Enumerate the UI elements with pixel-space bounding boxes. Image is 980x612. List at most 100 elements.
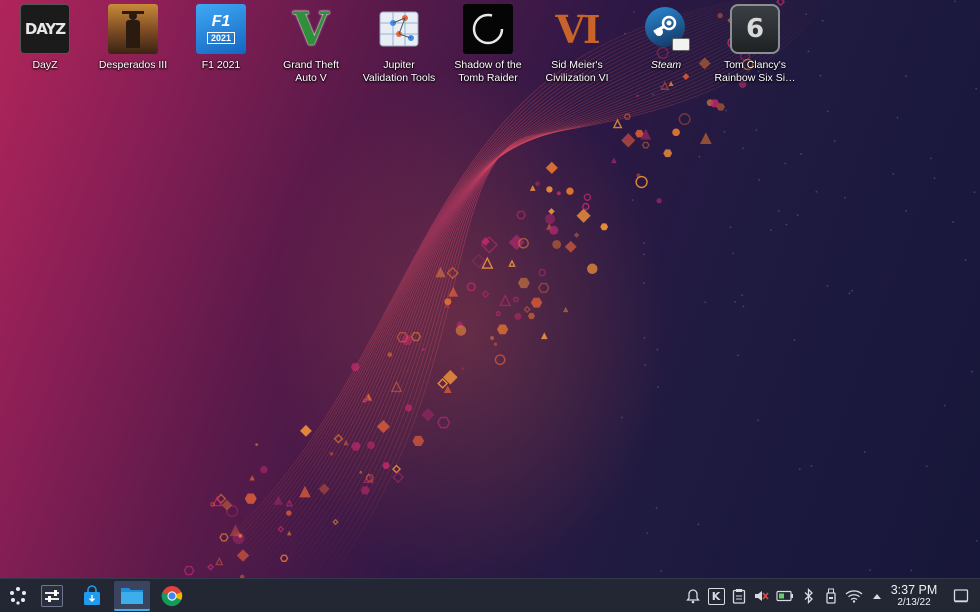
clock-date: 2/13/22	[897, 597, 931, 608]
desktop-icon-label: Grand Theft Auto V	[283, 59, 339, 84]
settings-sliders-icon	[41, 585, 63, 607]
wallpaper-particle	[244, 493, 257, 504]
clock-time: 3:37 PM	[890, 583, 938, 597]
wallpaper-particle	[455, 325, 467, 336]
wallpaper-star	[954, 0, 956, 3]
discover-store-button[interactable]	[74, 581, 110, 611]
shopping-bag-icon	[81, 585, 103, 607]
wallpaper-star	[971, 370, 973, 373]
desktop[interactable]: DAYZ DayZ Desperados III F1 2021 F1 2021 V Gran…	[0, 0, 980, 578]
desktop-icon-rainbow-six-siege[interactable]: 6 Tom Clancy's Rainbow Six Si…	[711, 4, 799, 85]
wallpaper-star	[659, 85, 662, 88]
desktop-icon-jupiter-validation-tools[interactable]: Jupiter Validation Tools	[355, 4, 443, 85]
wallpaper-star	[819, 74, 822, 77]
wallpaper-particle	[552, 239, 562, 249]
wallpaper-star	[796, 214, 799, 217]
wallpaper-star	[798, 468, 801, 471]
file-manager-button[interactable]	[114, 581, 150, 611]
wallpaper-particle	[255, 443, 259, 446]
wallpaper-star	[631, 199, 634, 202]
wallpaper-star	[655, 506, 658, 509]
wallpaper-star	[863, 451, 866, 453]
show-desktop-icon[interactable]	[952, 587, 970, 605]
wallpaper-particle	[490, 335, 495, 340]
wallpaper-particle	[663, 149, 673, 158]
wallpaper-star	[729, 226, 732, 229]
wallpaper-star	[892, 173, 895, 175]
wallpaper-star	[800, 153, 803, 155]
wallpaper-star	[815, 190, 818, 193]
wallpaper-star	[660, 570, 663, 573]
system-settings-button[interactable]	[34, 581, 70, 611]
wallpaper-star	[943, 404, 946, 407]
desktop-icon-f1-2021[interactable]: F1 2021 F1 2021	[177, 4, 265, 72]
taskbar-panel: K 3:37 PM 2/13/22	[0, 578, 980, 612]
desktop-icon-steam[interactable]: Steam	[622, 4, 710, 72]
desktop-icon-label: DayZ	[32, 59, 58, 71]
wallpaper-star	[826, 284, 829, 287]
wallpaper-star	[736, 354, 739, 357]
chrome-icon	[161, 585, 183, 607]
wallpaper-particle	[215, 556, 224, 566]
wallpaper-star	[741, 294, 744, 297]
wallpaper-artwork	[179, 0, 978, 578]
digital-clock[interactable]: 3:37 PM 2/13/22	[884, 583, 944, 609]
desktop-icon-gta-v[interactable]: V Grand Theft Auto V	[267, 4, 355, 85]
wallpaper-particle	[299, 485, 311, 498]
wallpaper-star	[656, 348, 659, 351]
wallpaper-particle	[249, 475, 255, 481]
wallpaper-star	[777, 210, 780, 213]
wallpaper-star	[896, 116, 899, 119]
wallpaper-particle	[612, 118, 623, 129]
chrome-button[interactable]	[154, 581, 190, 611]
wallpaper-particle	[668, 81, 674, 86]
application-launcher-button[interactable]	[0, 581, 36, 611]
desperados-icon	[108, 4, 158, 54]
wallpaper-star	[975, 87, 978, 90]
volume-muted-icon[interactable]	[752, 587, 770, 605]
wallpaper-particle	[656, 198, 662, 204]
wallpaper-particle	[183, 565, 195, 576]
wallpaper-star	[848, 292, 851, 295]
desktop-icon-label: Sid Meier's Civilization VI	[545, 59, 609, 84]
wallpaper-star	[643, 336, 646, 339]
wallpaper-star	[704, 301, 707, 304]
wallpaper-star	[805, 13, 808, 16]
wallpaper-particle	[635, 175, 648, 189]
steam-icon	[641, 4, 691, 54]
clipboard-icon[interactable]	[730, 587, 748, 605]
wallpaper-star	[952, 221, 955, 223]
wallpaper-star	[976, 539, 978, 542]
wallpaper-particle	[329, 452, 334, 456]
wallpaper-star	[698, 155, 701, 158]
wallpaper-particle	[210, 501, 216, 507]
wallpaper-star	[734, 301, 736, 303]
wallpaper-star	[793, 338, 796, 341]
desktop-icon-label: F1 2021	[201, 59, 241, 71]
desktop-icon-desperados-iii[interactable]: Desperados III	[89, 4, 177, 72]
wallpaper-star	[657, 386, 660, 388]
desktop-icon-civilization-vi[interactable]: VI Sid Meier's Civilization VI	[533, 4, 621, 85]
wallpaper-particle	[641, 141, 650, 149]
wallpaper-particle	[544, 213, 556, 224]
kde-connect-icon[interactable]: K	[707, 587, 725, 605]
wifi-icon[interactable]	[845, 587, 863, 605]
storage-device-icon[interactable]	[822, 587, 840, 605]
battery-icon[interactable]	[776, 587, 794, 605]
wallpaper-particle	[546, 186, 553, 193]
wallpaper-particle	[286, 510, 292, 516]
wallpaper-star	[643, 253, 645, 256]
wallpaper-star	[652, 93, 654, 96]
jupiter-icon	[374, 4, 424, 54]
wallpaper-particle	[366, 441, 375, 450]
bluetooth-icon[interactable]	[800, 587, 818, 605]
notifications-icon[interactable]	[684, 587, 702, 605]
desktop-icon-dayz[interactable]: DAYZ DayZ	[1, 4, 89, 72]
wallpaper-star	[741, 147, 744, 150]
wallpaper-particle	[260, 465, 268, 474]
dayz-logo-text: DAYZ	[20, 4, 70, 54]
wallpaper-star	[973, 191, 976, 194]
desktop-icon-label: Steam	[650, 59, 682, 71]
desktop-icon-shadow-tomb-raider[interactable]: Shadow of the Tomb Raider	[444, 4, 532, 85]
wallpaper-star	[821, 19, 824, 22]
